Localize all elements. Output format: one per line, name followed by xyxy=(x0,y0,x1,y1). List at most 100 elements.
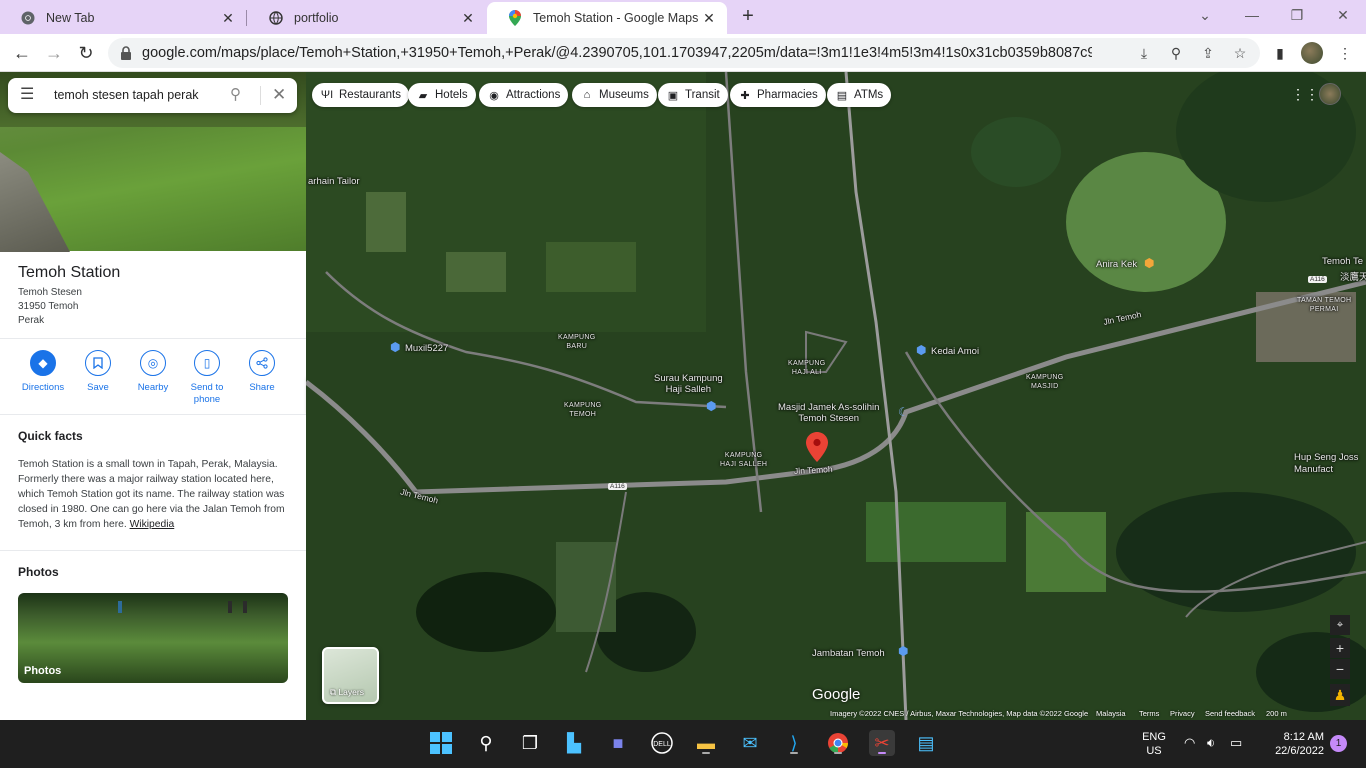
snipping-tool-icon[interactable]: ✂ xyxy=(869,730,895,756)
train-icon: ▣ xyxy=(667,89,679,102)
share-button[interactable]: Share xyxy=(232,350,292,394)
search-icon[interactable]: ⚲ xyxy=(230,87,246,103)
map-label-anira-kek[interactable]: Anira Kek xyxy=(1096,259,1137,270)
chip-attractions[interactable]: ◉ Attractions xyxy=(479,83,569,107)
zoom-icon[interactable]: ⚲ xyxy=(1168,45,1184,61)
satellite-map[interactable]: ΨΙ Restaurants ▰ Hotels ◉ Attractions ⌂ Muse… xyxy=(306,72,1366,720)
address-line: 31950 Temoh xyxy=(18,301,79,312)
widgets-icon[interactable]: ▙ xyxy=(561,730,587,756)
address-line: Temoh Stesen xyxy=(18,287,82,298)
chip-transit[interactable]: ▣ Transit xyxy=(658,83,728,107)
profile-avatar[interactable] xyxy=(1319,83,1341,105)
back-arrow-icon[interactable]: ← xyxy=(10,41,34,65)
compass-icon[interactable]: ⌖ xyxy=(1330,615,1350,635)
layers-button[interactable]: ⧉ Layers xyxy=(322,647,379,704)
address-bar[interactable]: google.com/maps/place/Temoh+Station,+319… xyxy=(108,38,1260,68)
language-indicator[interactable]: ENG US xyxy=(1130,730,1178,758)
photos-heading: Photos xyxy=(18,565,59,579)
map-label-kampung-haji-salleh: KAMPUNG HAJI SALLEH xyxy=(720,452,768,468)
file-explorer-icon[interactable]: ▬ xyxy=(693,730,719,756)
notepad-icon[interactable]: ▤ xyxy=(913,730,939,756)
tab-google-maps[interactable]: Temoh Station - Google Maps ✕ xyxy=(487,2,727,34)
pegman-icon[interactable]: ♟ xyxy=(1330,684,1350,706)
directions-button[interactable]: ◆ Directions xyxy=(13,350,73,394)
close-tab-icon[interactable]: ✕ xyxy=(460,10,476,26)
close-tab-icon[interactable]: ✕ xyxy=(701,10,717,26)
search-box[interactable]: ☰ temoh stesen tapah perak ⚲ ✕ xyxy=(8,78,297,113)
mosque-pin-icon[interactable]: ☾ xyxy=(898,405,910,419)
mail-icon[interactable]: ✉ xyxy=(737,730,763,756)
road-number-badge: A116 xyxy=(1308,276,1327,283)
chip-pharmacies[interactable]: ✚ Pharmacies xyxy=(730,83,826,107)
chevron-down-icon[interactable]: ⌄ xyxy=(1193,4,1217,26)
hamburger-menu-icon[interactable]: ☰ xyxy=(20,87,36,103)
map-label-taman-temoh-permai: TAMAN TEMOH PERMAI xyxy=(1297,297,1352,313)
notification-badge[interactable]: 1 xyxy=(1330,735,1347,752)
tab-new-tab[interactable]: New Tab ✕ xyxy=(0,2,246,34)
country-link[interactable]: Malaysia xyxy=(1096,709,1126,718)
map-label-tailor[interactable]: arhain Tailor xyxy=(308,176,360,187)
close-window-icon[interactable]: ✕ xyxy=(1331,4,1355,26)
nearby-button[interactable]: ◎ Nearby xyxy=(123,350,183,394)
map-label-kedai-amoi[interactable]: Kedai Amoi xyxy=(931,346,979,357)
tab-portfolio[interactable]: portfolio ✕ xyxy=(246,2,486,34)
terms-link[interactable]: Terms xyxy=(1139,709,1159,718)
vscode-icon[interactable]: ⟩ xyxy=(781,730,807,756)
map-label-hup-seng[interactable]: Hup Seng Joss Manufact xyxy=(1294,452,1358,476)
new-tab-button[interactable]: + xyxy=(737,6,759,28)
chip-museums[interactable]: ⌂ Museums xyxy=(572,83,657,107)
map-label-surau[interactable]: Surau Kampung Haji Salleh xyxy=(654,373,723,395)
battery-icon[interactable]: ▭ xyxy=(1230,735,1242,751)
zoom-in-button[interactable]: + xyxy=(1330,638,1350,658)
scale-label[interactable]: 200 m xyxy=(1266,709,1287,718)
map-label-kampung-baru: KAMPUNG BARU xyxy=(558,334,596,350)
minimize-icon[interactable]: — xyxy=(1240,4,1264,26)
restore-icon[interactable]: ❐ xyxy=(1285,4,1309,26)
map-label-masjid[interactable]: Masjid Jamek As-solihin Temoh Stesen xyxy=(778,402,879,424)
address-line: Perak xyxy=(18,315,45,326)
volume-icon[interactable]: 🔉︎ xyxy=(1207,735,1215,751)
reload-icon[interactable]: ↻ xyxy=(74,41,98,65)
chip-restaurants[interactable]: ΨΙ Restaurants xyxy=(312,83,410,107)
bookmark-star-icon[interactable]: ☆ xyxy=(1232,45,1248,61)
food-pin-icon[interactable]: ⬢ xyxy=(1144,256,1154,270)
road-number-badge: A116 xyxy=(608,483,627,490)
shopping-pin-icon[interactable]: ⬢ xyxy=(916,343,928,357)
send-feedback-link[interactable]: Send feedback xyxy=(1205,709,1255,718)
close-tab-icon[interactable]: ✕ xyxy=(220,10,236,26)
clear-search-icon[interactable]: ✕ xyxy=(272,86,288,104)
forward-arrow-icon[interactable]: → xyxy=(42,41,66,65)
windows-start-icon[interactable] xyxy=(428,730,454,756)
chip-atms[interactable]: ▤ ATMs xyxy=(827,83,892,107)
search-icon[interactable]: ⚲ xyxy=(473,730,499,756)
wifi-icon[interactable]: ◠ xyxy=(1184,735,1195,751)
task-view-icon[interactable]: ❐ xyxy=(517,730,543,756)
clock[interactable]: 8:12 AM 22/6/2022 xyxy=(1254,730,1324,758)
tab-title: New Tab xyxy=(46,11,95,25)
chip-hotels[interactable]: ▰ Hotels xyxy=(408,83,476,107)
side-panel-icon[interactable]: ▮ xyxy=(1269,42,1291,64)
transit-pin-icon[interactable]: ⬢ xyxy=(898,644,910,658)
bed-icon: ▰ xyxy=(418,89,428,102)
dell-icon[interactable]: DELL xyxy=(649,730,675,756)
install-icon[interactable]: ⤓ xyxy=(1136,45,1152,61)
map-label-temoh[interactable]: Temoh Te xyxy=(1322,256,1363,267)
shopping-pin-icon[interactable]: ⬢ xyxy=(390,340,402,354)
map-label-jambatan-temoh[interactable]: Jambatan Temoh xyxy=(812,648,885,659)
map-label-muxil[interactable]: Muxil5227 xyxy=(405,343,448,354)
photos-thumbnail[interactable]: Photos xyxy=(18,593,288,683)
share-page-icon[interactable]: ⇪ xyxy=(1200,45,1216,61)
mosque-pin-icon[interactable]: ⬢ xyxy=(706,399,718,413)
selected-place-marker-icon[interactable] xyxy=(806,432,828,462)
profile-avatar[interactable] xyxy=(1301,42,1323,64)
save-button[interactable]: Save xyxy=(68,350,128,394)
chrome-icon[interactable] xyxy=(825,730,851,756)
wikipedia-link[interactable]: Wikipedia xyxy=(130,519,175,530)
zoom-out-button[interactable]: − xyxy=(1330,659,1350,679)
search-input[interactable]: temoh stesen tapah perak xyxy=(54,88,199,102)
teams-chat-icon[interactable]: ■ xyxy=(605,730,631,756)
more-menu-icon[interactable]: ⋮ xyxy=(1334,42,1356,64)
apps-grid-icon[interactable]: ⋮⋮⋮ xyxy=(1291,85,1333,103)
privacy-link[interactable]: Privacy xyxy=(1170,709,1195,718)
send-to-phone-button[interactable]: ▯ Send to phone xyxy=(177,350,237,406)
